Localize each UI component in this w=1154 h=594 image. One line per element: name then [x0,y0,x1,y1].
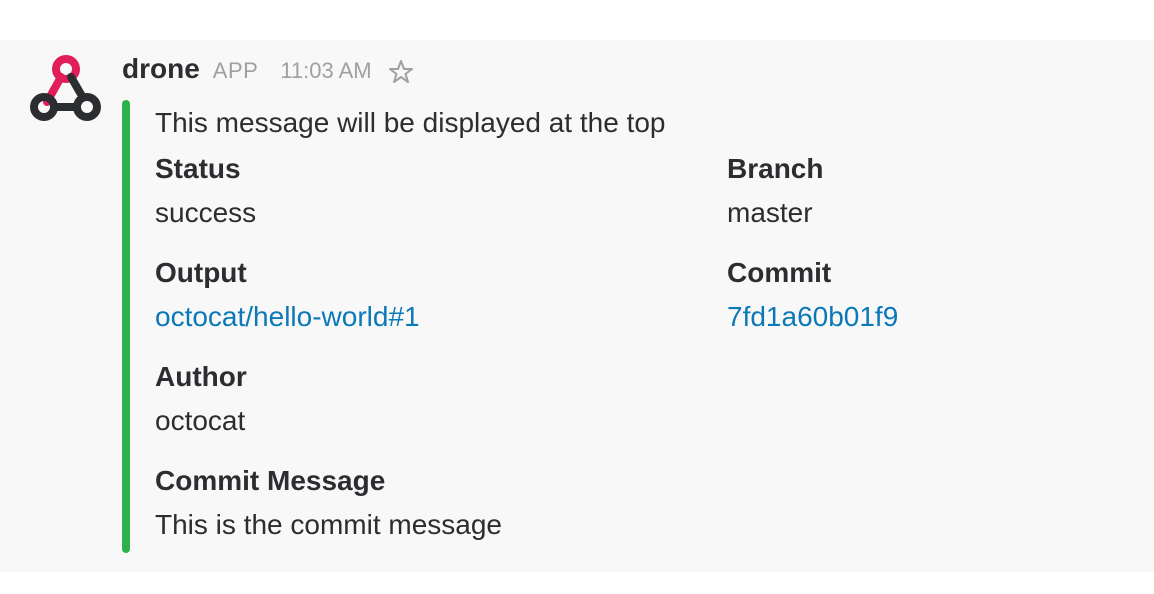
attachment-color-bar [122,100,130,553]
field-author: Author octocat [155,360,695,438]
field-value: This is the commit message [155,509,502,540]
field-value: octocat [155,405,246,436]
field-title: Branch [727,153,824,184]
field-title: Status [155,153,241,184]
output-link[interactable]: octocat/hello-world#1 [155,300,695,334]
field-title: Output [155,257,247,288]
field-title: Author [155,361,247,392]
message-header: drone APP 11:03 AM [122,53,414,89]
timestamp[interactable]: 11:03 AM [280,58,371,84]
username[interactable]: drone [122,53,200,85]
field-value: master [727,197,813,228]
field-title: Commit [727,257,832,288]
attachment-pretext: This message will be displayed at the to… [155,107,666,138]
star-outline-icon[interactable] [388,59,414,85]
commit-link[interactable]: 7fd1a60b01f9 [727,300,1154,334]
field-title: Commit Message [155,465,386,496]
message-row: drone APP 11:03 AM This message will be … [0,40,1154,572]
app-badge: APP [212,58,259,83]
field-commit-message: Commit Message This is the commit messag… [155,464,695,542]
field-commit: Commit 7fd1a60b01f9 [727,256,1154,334]
webhook-icon[interactable] [30,54,102,126]
field-branch: Branch master [727,152,1154,230]
field-status: Status success [155,152,695,230]
field-output: Output octocat/hello-world#1 [155,256,695,334]
field-value: success [155,197,257,228]
